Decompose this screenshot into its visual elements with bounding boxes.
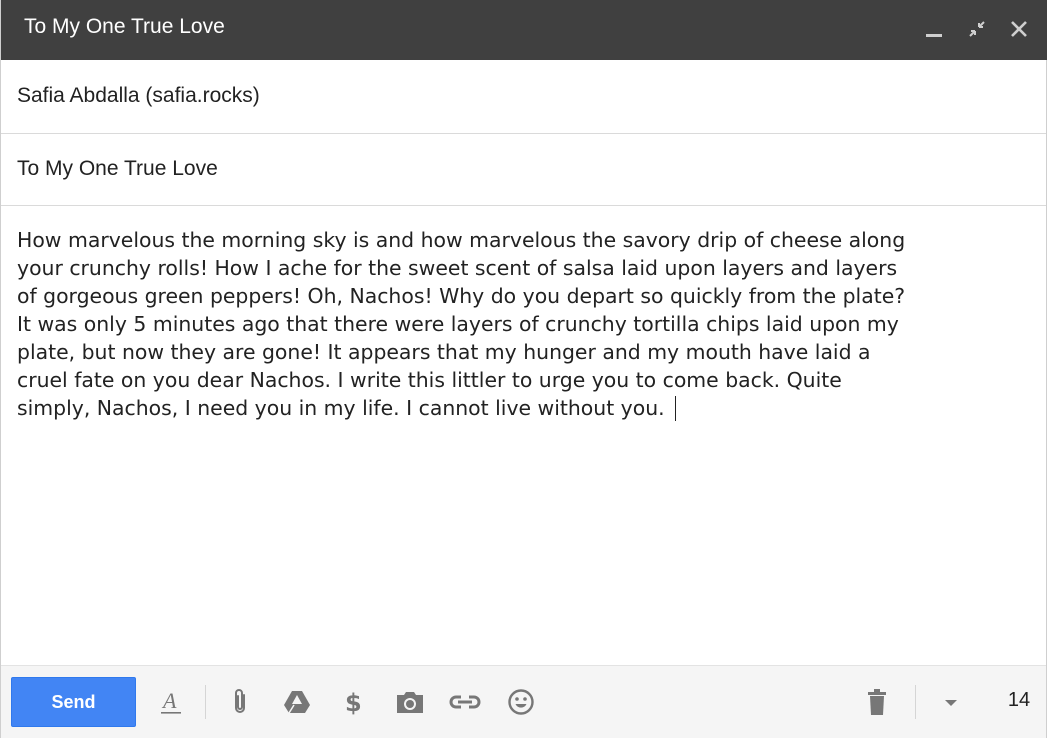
recipients-field[interactable]: Safia Abdalla (safia.rocks)	[1, 60, 1046, 134]
body-line: How marvelous the morning sky is and how…	[17, 228, 906, 252]
drive-icon[interactable]	[280, 685, 314, 719]
compose-toolbar: Send A $ 14	[1, 665, 1046, 738]
body-line: plate, but now they are gone! It appears…	[17, 340, 871, 364]
body-line: of gorgeous green peppers! Oh, Nachos! W…	[17, 284, 906, 308]
body-line-last: simply, Nachos, I need you in my life. I…	[17, 394, 1027, 422]
svg-text:$: $	[345, 689, 362, 717]
formatting-icon[interactable]: A	[154, 685, 188, 719]
window-title: To My One True Love	[24, 15, 225, 38]
trash-icon[interactable]	[860, 685, 894, 719]
body-line: It was only 5 minutes ago that there wer…	[17, 312, 899, 336]
subject-value: To My One True Love	[17, 157, 218, 180]
minimize-icon[interactable]	[919, 14, 949, 44]
more-options-icon[interactable]	[934, 685, 968, 719]
body-line: your crunchy rolls! How I ache for the s…	[17, 256, 898, 280]
emoji-icon[interactable]	[504, 685, 538, 719]
title-bar[interactable]: To My One True Love	[1, 0, 1047, 60]
link-icon[interactable]	[448, 685, 482, 719]
compose-window: To My One True Love Safia Abdalla (safia…	[0, 0, 1047, 738]
svg-text:A: A	[161, 688, 177, 713]
trailing-value: 14	[1007, 689, 1031, 711]
toolbar-divider	[915, 685, 916, 719]
attach-icon[interactable]	[223, 685, 257, 719]
exit-fullscreen-icon[interactable]	[962, 14, 992, 44]
body-line-text: simply, Nachos, I need you in my life. I…	[17, 396, 672, 420]
body-line: cruel fate on you dear Nachos. I write t…	[17, 368, 842, 392]
recipient-chip[interactable]: Safia Abdalla (safia.rocks)	[17, 84, 260, 108]
message-body[interactable]: How marvelous the morning sky is and how…	[17, 226, 1027, 422]
money-icon[interactable]: $	[336, 685, 370, 719]
send-button[interactable]: Send	[11, 677, 136, 727]
photo-icon[interactable]	[393, 685, 427, 719]
text-caret	[675, 396, 677, 421]
close-icon[interactable]	[1004, 14, 1034, 44]
subject-field[interactable]: To My One True Love	[1, 134, 1046, 206]
toolbar-divider	[205, 685, 206, 719]
